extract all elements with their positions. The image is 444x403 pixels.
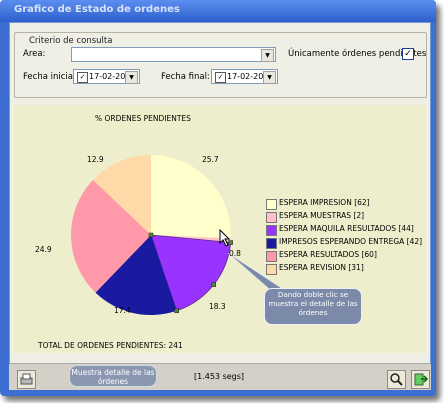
area-label: Area:	[23, 49, 46, 59]
search-icon	[390, 373, 403, 386]
pie-label-espera-impresion: 25.7	[202, 155, 219, 164]
selection-handle	[174, 308, 179, 314]
legend-label: ESPERA MAQUILA RESULTADOS [44]	[279, 224, 414, 233]
start-date-dropdown-arrow-icon[interactable]: ▼	[125, 71, 138, 84]
pie-slice[interactable]	[151, 155, 232, 239]
window-title: Grafico de Estado de ordenes	[14, 4, 180, 15]
mouse-cursor-icon	[219, 229, 231, 247]
start-date-checkbox[interactable]: ✓	[77, 72, 88, 83]
print-icon	[20, 373, 33, 385]
query-criteria-title: Criterio de consulta	[27, 36, 115, 46]
search-button[interactable]	[387, 370, 406, 389]
app-window: Grafico de Estado de ordenes Criterio de…	[0, 0, 436, 396]
legend-swatch	[266, 212, 277, 223]
tooltip-callout: Dando doble clic se muestra el detalle d…	[264, 288, 362, 325]
selection-handle	[211, 282, 216, 287]
end-date-label: Fecha final:	[161, 72, 210, 82]
chart-panel[interactable]: % ORDENES PENDIENTES 25.7 0.8 18.3 17.4 …	[14, 105, 426, 353]
pie-label-impresos: 17.4	[114, 306, 131, 315]
pie-label-espera-maquila: 18.3	[209, 302, 226, 311]
exit-icon	[414, 373, 429, 386]
legend-label: ESPERA MUESTRAS [2]	[279, 211, 365, 220]
show-detail-button[interactable]: Muestra detalle de las órdenes	[69, 365, 157, 387]
pending-only-checkbox[interactable]: ✓	[402, 48, 414, 60]
total-orders-label: TOTAL DE ORDENES PENDIENTES: 241	[38, 341, 183, 350]
legend-label: ESPERA IMPRESION [62]	[279, 198, 370, 207]
elapsed-time: [1.453 segs]	[194, 372, 245, 381]
legend-swatch	[266, 225, 277, 236]
legend-swatch	[266, 264, 277, 275]
end-date-checkbox[interactable]: ✓	[215, 72, 226, 83]
end-date-dropdown-arrow-icon[interactable]: ▼	[263, 71, 276, 84]
legend-swatch	[266, 199, 277, 210]
query-criteria-group: Criterio de consulta	[14, 32, 427, 98]
legend-swatch	[266, 238, 277, 249]
end-date-picker[interactable]: ✓ 17-02-2010 ▼	[211, 69, 278, 84]
title-bar: Grafico de Estado de ordenes	[0, 0, 436, 22]
window-content: Criterio de consulta Area: ▼ Únicamente …	[9, 22, 431, 390]
pie-label-espera-revision: 12.9	[87, 155, 104, 164]
area-dropdown-arrow-icon[interactable]: ▼	[261, 49, 274, 62]
exit-button[interactable]	[411, 370, 430, 389]
legend-label: IMPRESOS ESPERANDO ENTREGA [42]	[279, 237, 423, 246]
legend-label: ESPERA RESULTADOS [60]	[279, 250, 377, 259]
chart-legend: ESPERA IMPRESION [62] ESPERA MUESTRAS [2…	[266, 198, 426, 278]
print-button[interactable]	[17, 370, 36, 389]
legend-label: ESPERA REVISION [31]	[279, 263, 364, 272]
pie-label-espera-muestras: 0.8	[229, 249, 241, 258]
selection-handle	[148, 232, 154, 238]
area-select[interactable]: ▼	[71, 47, 276, 62]
start-date-picker[interactable]: ✓ 17-02-2010 ▼	[73, 69, 140, 84]
pie-label-espera-resultados: 24.9	[35, 245, 52, 254]
start-date-label: Fecha inicial:	[23, 72, 79, 82]
legend-swatch	[266, 251, 277, 262]
